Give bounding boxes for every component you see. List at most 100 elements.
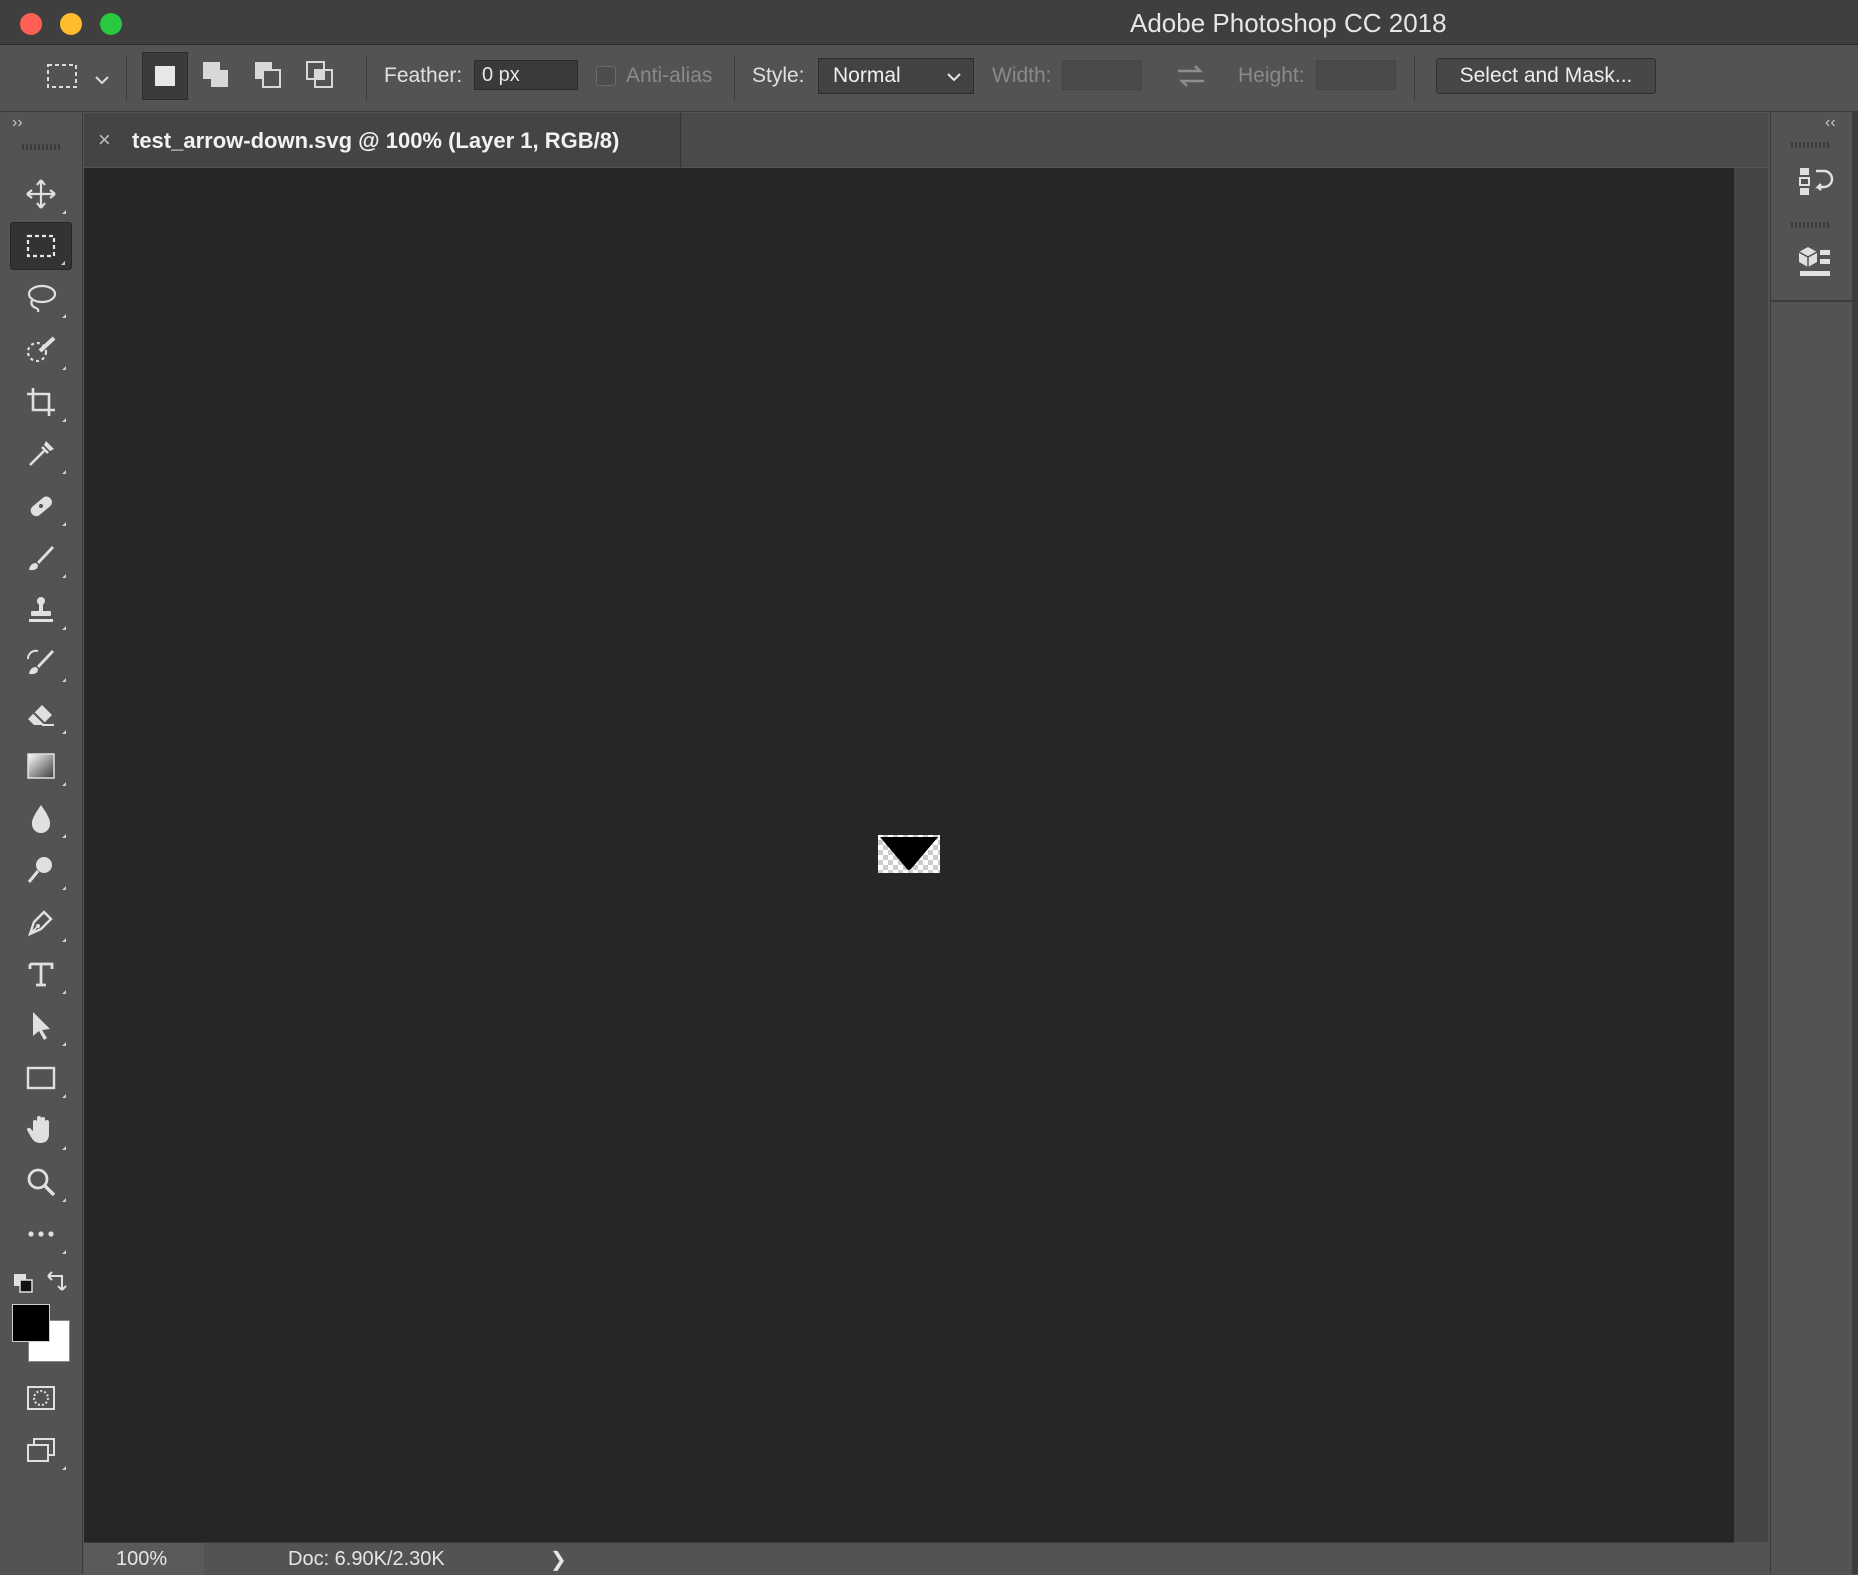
- arrow-pointer-icon: [33, 1012, 50, 1040]
- feather-input[interactable]: 0 px: [474, 60, 578, 90]
- dodge-tool[interactable]: [10, 846, 72, 894]
- swap-arrows-icon: [1178, 65, 1204, 87]
- quick-mask-icon: [27, 1386, 55, 1410]
- brush-icon: [29, 546, 54, 571]
- width-input[interactable]: [1062, 60, 1142, 90]
- type-tool[interactable]: [10, 950, 72, 998]
- quick-selection-tool[interactable]: [10, 326, 72, 374]
- magnifier-icon: [27, 1168, 56, 1197]
- dock-collapse-button[interactable]: ‹‹: [1825, 114, 1836, 132]
- lasso-tool[interactable]: [10, 274, 72, 322]
- artboard-transparent: [878, 835, 940, 873]
- dock-grip[interactable]: [1791, 142, 1831, 148]
- path-selection-tool[interactable]: [10, 1002, 72, 1050]
- spot-healing-tool[interactable]: [10, 482, 72, 530]
- more-dots-icon: [28, 1231, 54, 1237]
- gradient-tool[interactable]: [10, 742, 72, 790]
- move-tool[interactable]: [10, 170, 72, 218]
- hand-tool[interactable]: [10, 1106, 72, 1154]
- zoom-tool[interactable]: [10, 1158, 72, 1206]
- vertical-scrollbar[interactable]: [1734, 168, 1768, 1542]
- edit-toolbar-button[interactable]: [10, 1210, 72, 1258]
- toolbox: ››: [0, 112, 83, 1574]
- separator: [126, 55, 127, 101]
- history-panel-icon: [1799, 168, 1834, 195]
- toolbox-collapse-button[interactable]: ››: [12, 114, 23, 132]
- eraser-icon: [28, 705, 54, 726]
- type-icon: [28, 962, 54, 987]
- add-to-selection-button[interactable]: [194, 52, 240, 100]
- eyedropper-tool[interactable]: [10, 430, 72, 478]
- panel-dock: ‹‹: [1770, 112, 1858, 1574]
- height-label: Height:: [1238, 64, 1305, 87]
- separator: [1414, 55, 1415, 101]
- crop-tool[interactable]: [10, 378, 72, 426]
- zoom-level-field[interactable]: 100%: [84, 1543, 204, 1575]
- rectangular-marquee-icon: [26, 234, 56, 258]
- swap-colors-button[interactable]: [44, 1270, 70, 1299]
- intersect-selection-icon: [306, 61, 333, 88]
- history-panel-button[interactable]: [1775, 150, 1855, 214]
- quick-selection-icon: [26, 336, 56, 363]
- rectangle-icon: [26, 1066, 56, 1090]
- intersect-selection-button[interactable]: [298, 52, 344, 100]
- window-zoom-button[interactable]: [100, 13, 122, 35]
- dodge-icon: [27, 857, 52, 883]
- subtract-from-selection-button[interactable]: [246, 52, 292, 100]
- blur-tool[interactable]: [10, 794, 72, 842]
- bandage-icon: [30, 496, 53, 517]
- 3d-panel-button[interactable]: [1775, 230, 1855, 294]
- pen-tool[interactable]: [10, 898, 72, 946]
- anti-alias-label: Anti-alias: [626, 64, 713, 87]
- status-bar: 100% Doc: 6.90K/2.30K ❯: [84, 1542, 1734, 1575]
- arrow-down-icon: [880, 837, 938, 870]
- style-select[interactable]: Normal: [818, 58, 974, 94]
- history-brush-icon: [27, 649, 54, 675]
- new-selection-icon: [155, 66, 175, 86]
- window-close-button[interactable]: [20, 13, 42, 35]
- toolbox-grip[interactable]: [22, 144, 60, 150]
- clone-stamp-tool[interactable]: [10, 586, 72, 634]
- default-colors-icon: [14, 1274, 33, 1293]
- brush-tool[interactable]: [10, 534, 72, 582]
- chevron-down-icon: [945, 63, 963, 96]
- title-bar: Adobe Photoshop CC 2018: [0, 0, 1858, 45]
- move-icon: [26, 179, 56, 209]
- feather-label: Feather:: [384, 64, 463, 87]
- marquee-preset-icon: [47, 64, 109, 88]
- lasso-icon: [27, 284, 57, 313]
- status-menu-arrow[interactable]: ❯: [550, 1547, 567, 1572]
- separator: [366, 55, 367, 101]
- dock-grip[interactable]: [1791, 222, 1831, 228]
- default-colors-button[interactable]: [12, 1272, 36, 1299]
- pen-icon: [27, 910, 53, 937]
- document-tab[interactable]: × test_arrow-down.svg @ 100% (Layer 1, R…: [84, 113, 681, 167]
- quick-mask-button[interactable]: [10, 1374, 72, 1422]
- swap-width-height-button[interactable]: [1172, 59, 1210, 98]
- rectangle-tool[interactable]: [10, 1054, 72, 1102]
- gradient-icon: [27, 753, 55, 779]
- add-to-selection-icon: [203, 62, 228, 87]
- separator: [734, 55, 735, 101]
- eraser-tool[interactable]: [10, 690, 72, 738]
- foreground-color-swatch[interactable]: [12, 1304, 50, 1342]
- hand-icon: [26, 1116, 49, 1143]
- tool-preset-picker[interactable]: [44, 57, 114, 102]
- dock-divider: [1771, 300, 1858, 302]
- window-minimize-button[interactable]: [60, 13, 82, 35]
- document-size-info[interactable]: Doc: 6.90K/2.30K: [288, 1548, 445, 1571]
- stamp-icon: [29, 597, 53, 622]
- document-canvas[interactable]: [84, 168, 1734, 1542]
- anti-alias-checkbox[interactable]: [596, 66, 616, 86]
- height-input[interactable]: [1316, 60, 1396, 90]
- screen-mode-button[interactable]: [10, 1426, 72, 1474]
- screen-mode-icon: [27, 1438, 55, 1462]
- app-title: Adobe Photoshop CC 2018: [1130, 8, 1447, 38]
- new-selection-button[interactable]: [142, 52, 188, 100]
- 3d-cube-icon: [1798, 247, 1830, 276]
- crop-icon: [27, 388, 55, 416]
- rectangular-marquee-tool[interactable]: [10, 222, 72, 270]
- history-brush-tool[interactable]: [10, 638, 72, 686]
- close-document-icon[interactable]: ×: [98, 127, 111, 153]
- select-and-mask-button[interactable]: Select and Mask...: [1436, 58, 1656, 94]
